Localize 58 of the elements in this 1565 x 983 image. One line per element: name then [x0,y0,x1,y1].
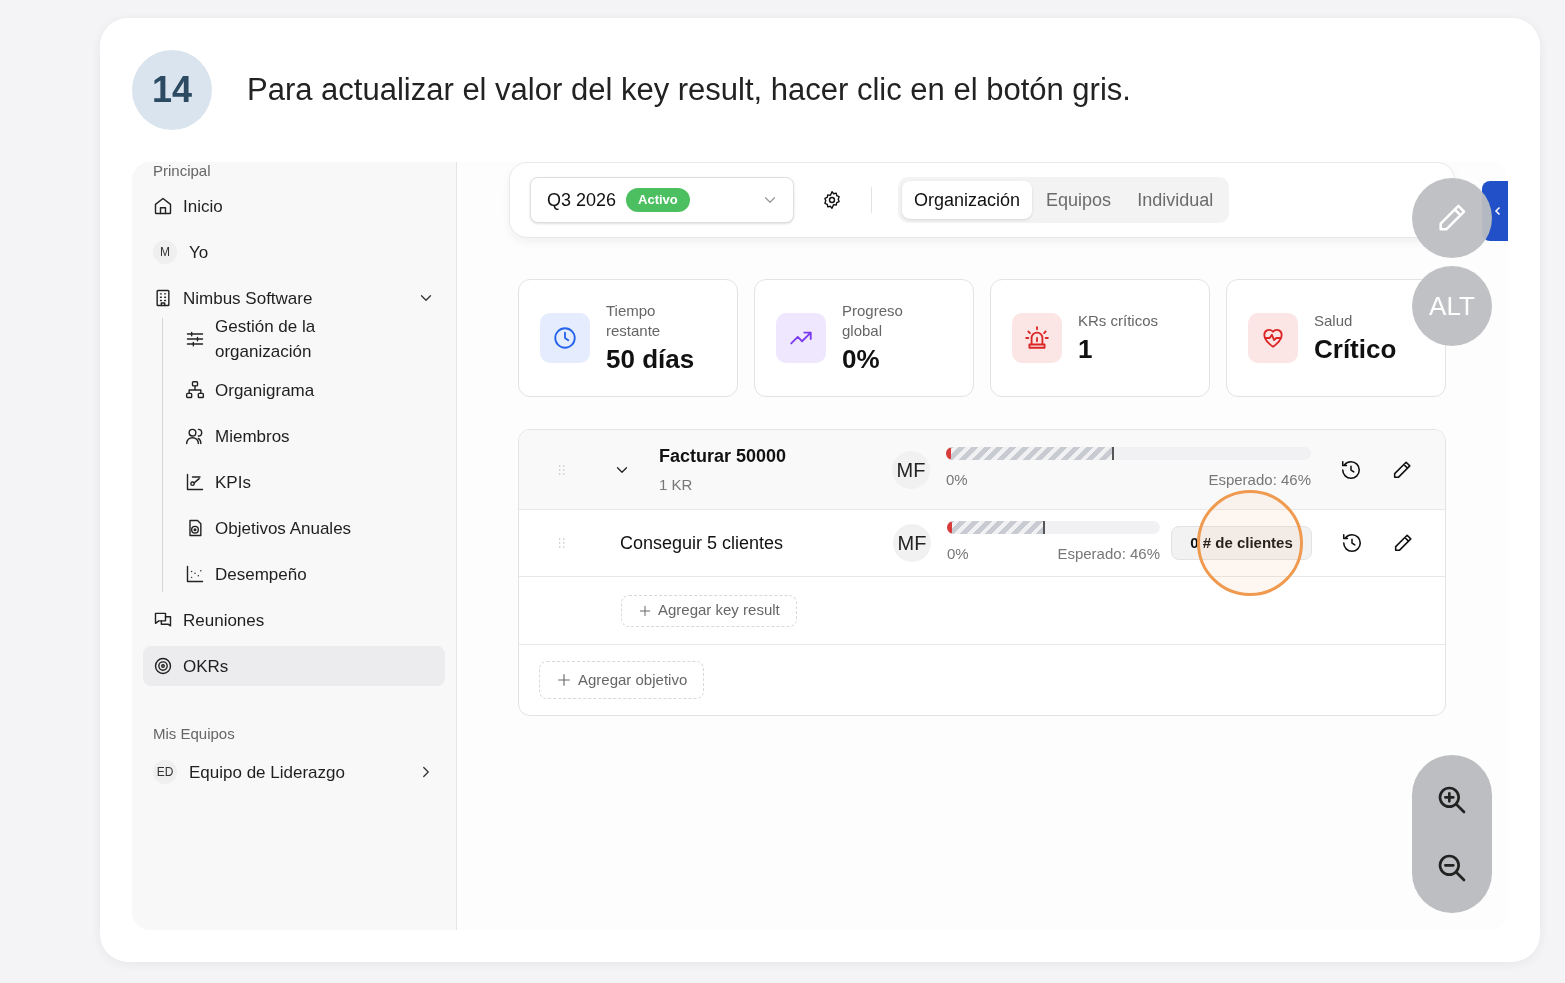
stat-label: KRs críticos [1078,311,1159,331]
history-icon[interactable] [1340,458,1362,481]
sliders-icon [185,329,205,349]
sidebar-item[interactable]: OKRs [143,646,445,686]
stat-value: 0% [842,343,881,375]
sidebar-item[interactable]: Reuniones [143,600,445,640]
expected-label: Esperado: 46% [1057,543,1160,564]
users-icon [185,426,205,446]
stat-label: Tiempo restante [606,301,662,341]
owner-avatar: MF [892,450,930,489]
expected-label: Esperado: 46% [1208,470,1311,491]
settings-icon[interactable] [822,190,842,210]
tab[interactable]: Equipos [1034,181,1124,219]
sidebar-item[interactable]: M Yo [143,232,445,272]
plus-icon [556,672,572,688]
stat-value: Crítico [1314,333,1398,365]
target-icon [153,656,173,676]
initials-avatar: M [153,240,177,264]
sidebar-item[interactable]: Miembros [143,416,445,456]
period-select[interactable]: Q3 2026 Activo [530,177,794,223]
history-icon[interactable] [1341,532,1363,554]
tab[interactable]: Individual [1125,181,1226,219]
progress-label: 0% [947,543,969,564]
home-icon [153,196,173,216]
sidebar-item[interactable]: Inicio [143,186,445,226]
owner-avatar: MF [893,524,931,562]
stat-value: 1 [1078,333,1094,365]
add-objective-button[interactable]: Agregar objetivo [539,661,705,699]
chart-icon [185,472,205,492]
plus-icon [638,603,652,618]
hierarchy-icon [185,380,205,400]
key-result-title: Conseguir 5 clientes [620,531,785,555]
objective-subtitle: 1 KR [659,474,694,495]
status-badge: Activo [626,188,690,212]
initials-avatar: ED [153,760,177,784]
progress-label: 0% [946,470,968,491]
sidebar-item[interactable]: KPIs [143,462,445,502]
sidebar-item[interactable]: Desempeño [143,554,445,594]
section-heading: Principal [152,162,212,180]
stat-label: Progreso global [842,301,904,341]
chevron-left-icon [1494,206,1502,216]
stat-label: Salud [1314,311,1354,331]
sidebar-item[interactable]: Organigrama [143,370,445,410]
building-icon [153,288,173,308]
pencil-icon[interactable] [1392,532,1414,554]
tab[interactable]: Organización [902,181,1033,219]
add-key-result-button[interactable]: Agregar key result [621,594,797,627]
step-number: 14 [132,50,212,130]
scatter-chart-icon [185,564,205,584]
stat-value: 50 días [606,343,696,375]
sidebar-item[interactable]: Objetivos Anuales [143,508,445,548]
zoom-in-icon[interactable] [1436,784,1468,816]
chat-icon [153,610,173,630]
section-heading: Mis Equipos [152,724,236,744]
sidebar-item[interactable]: ED Equipo de Liderazgo [143,752,445,792]
zoom-out-icon[interactable] [1436,852,1468,884]
objective-title: Facturar 50000 [659,444,788,468]
instruction-text: Para actualizar el valor del key result, hacer clic en el botón gris. [247,70,1131,109]
